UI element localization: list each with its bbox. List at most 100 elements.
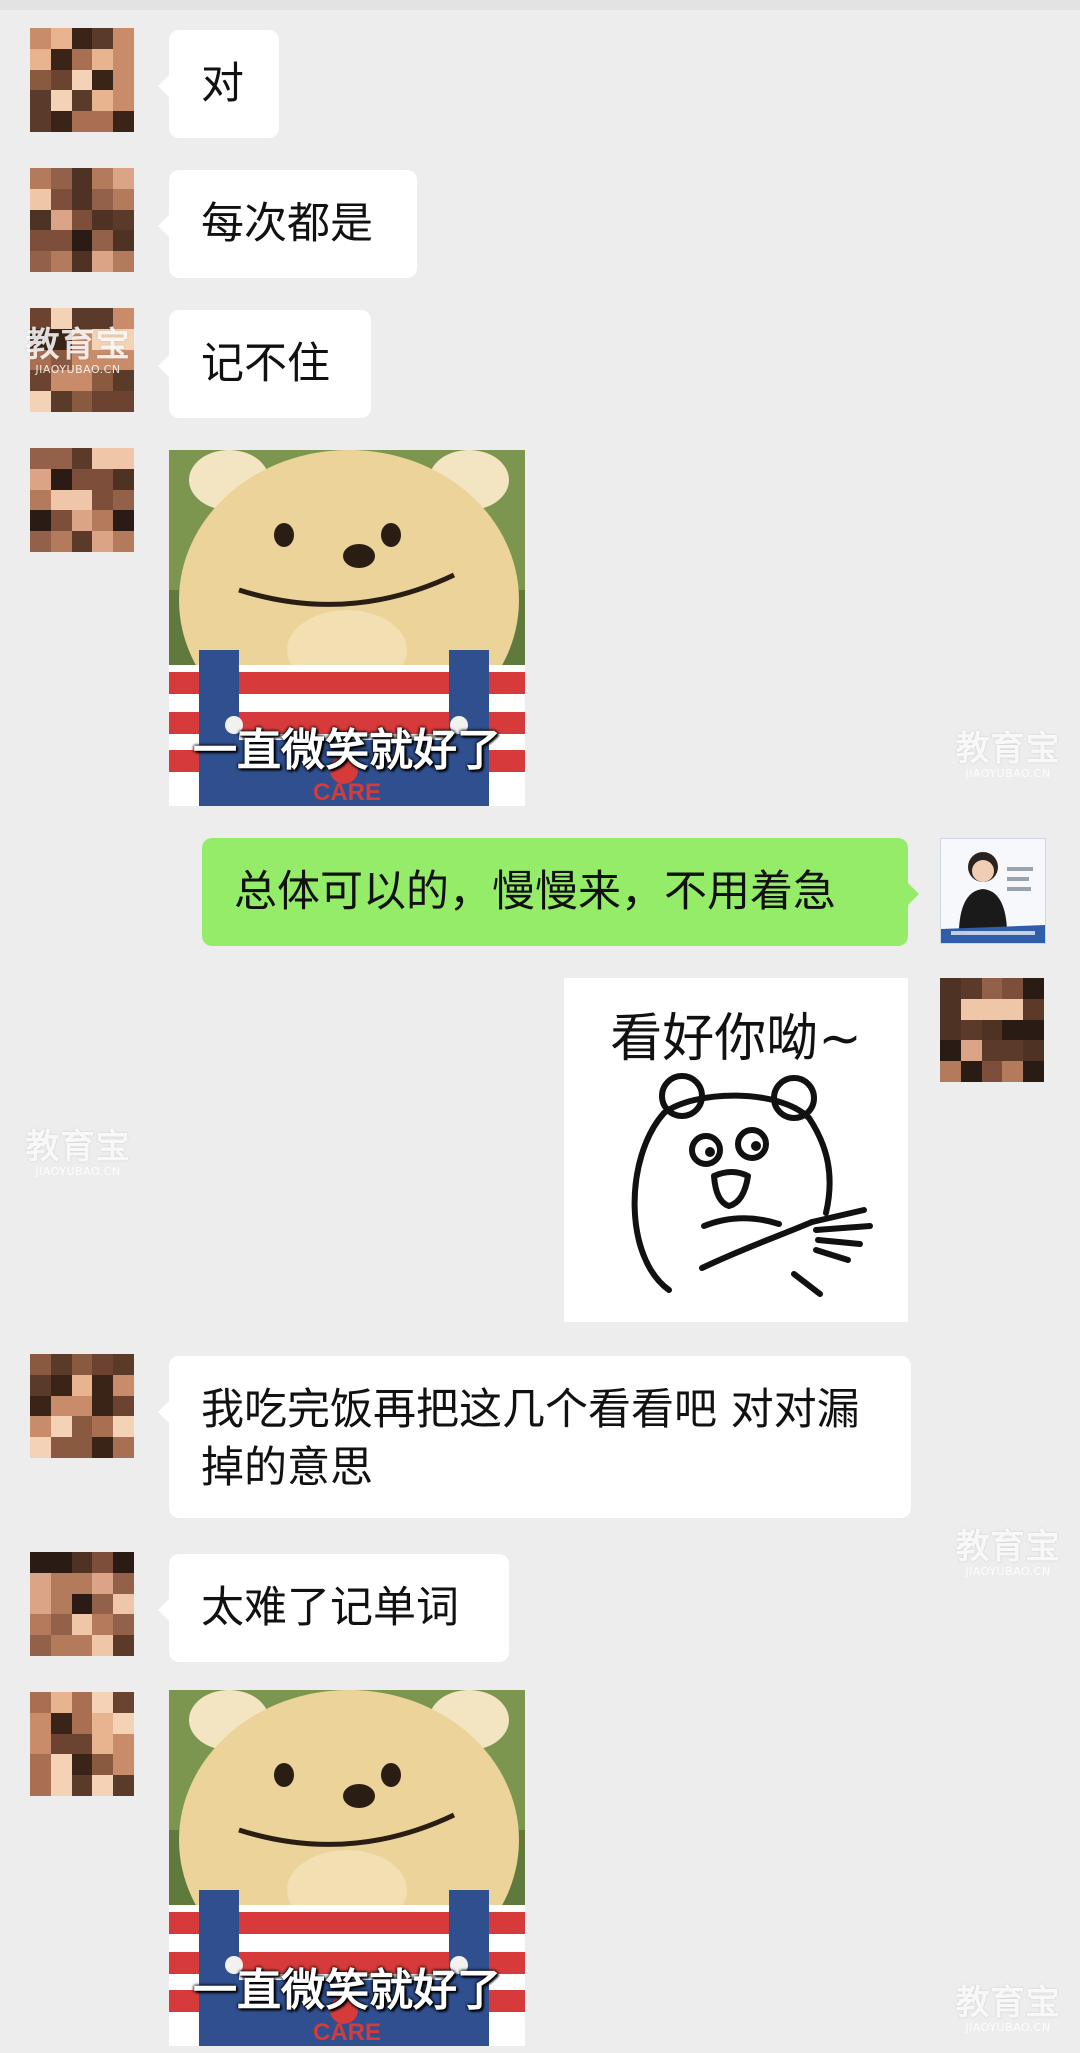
avatar-mosaic-tile (1023, 1019, 1044, 1041)
avatar-mosaic-tile (50, 1775, 72, 1796)
avatar-mosaic-tile (113, 209, 134, 231)
teddy-bear-sticker[interactable]: CARE 一直微笑就好了 (169, 450, 525, 806)
avatar-mosaic-tile (71, 1374, 93, 1396)
avatar-mosaic-tile (113, 168, 134, 189)
message-bubble-sent[interactable]: 总体可以的，慢慢来，不用着急 (202, 838, 919, 946)
bear-drawing-image (631, 1073, 873, 1297)
avatar-mosaic-tile (50, 1437, 72, 1458)
avatar-mosaic-tile (30, 28, 51, 49)
avatar-mosaic-tile (50, 1552, 72, 1573)
message-bubble[interactable]: 太难了记单词 (158, 1554, 509, 1662)
my-avatar[interactable] (940, 838, 1046, 944)
avatar-mosaic-tile (92, 1395, 114, 1417)
avatar-mosaic-tile (50, 531, 72, 552)
avatar-mosaic-tile (30, 531, 51, 552)
avatar-mosaic-tile (113, 1754, 134, 1776)
contact-avatar[interactable] (30, 1692, 134, 1796)
avatar-mosaic-tile (92, 230, 114, 252)
avatar-mosaic-tile (30, 69, 51, 91)
avatar-mosaic-tile (50, 489, 72, 511)
avatar-mosaic-tile (113, 1635, 134, 1656)
avatar-mosaic-tile (113, 1775, 134, 1796)
avatar-mosaic-tile (113, 48, 134, 70)
avatar-mosaic-tile (50, 188, 72, 210)
message-bubble[interactable]: 对 (158, 30, 279, 138)
avatar-mosaic-tile (30, 489, 51, 511)
teddy-bear-sticker[interactable]: CARE 一直微笑就好了 (169, 1690, 525, 2046)
avatar-mosaic-tile (50, 168, 72, 189)
contact-avatar[interactable] (30, 1552, 134, 1656)
avatar-mosaic-tile (71, 1437, 93, 1458)
avatar-mosaic-tile (113, 391, 134, 412)
avatar-mosaic-tile (71, 48, 93, 70)
avatar-mosaic-tile (50, 1572, 72, 1594)
avatar-mosaic-tile (92, 448, 114, 469)
avatar-mosaic-tile (50, 1635, 72, 1656)
avatar-mosaic-tile (960, 1040, 982, 1062)
avatar-mosaic-tile (30, 1374, 51, 1396)
avatar-mosaic-tile (71, 230, 93, 252)
avatar-mosaic-tile (1002, 978, 1024, 999)
avatar-mosaic-tile (50, 90, 72, 112)
avatar-mosaic-tile (113, 510, 134, 532)
avatar-mosaic-tile (92, 48, 114, 70)
bear-drawing-sticker[interactable]: 看好你呦~ (564, 978, 908, 1322)
avatar-mosaic-tile (1023, 1061, 1044, 1082)
avatar-mosaic-tile (50, 1416, 72, 1438)
avatar-mosaic-tile (1002, 1040, 1024, 1062)
contact-avatar[interactable] (30, 1354, 134, 1458)
avatar-mosaic-tile (92, 28, 114, 49)
contact-avatar[interactable] (30, 448, 134, 552)
avatar-mosaic-tile (30, 90, 51, 112)
avatar-mosaic-tile (30, 168, 51, 189)
avatar-mosaic-tile (92, 1733, 114, 1755)
watermark-logo-text: 教育宝 (955, 1983, 1061, 2023)
avatar-mosaic-tile (981, 1061, 1003, 1082)
avatar-mosaic-tile (71, 28, 93, 49)
watermark-url: JIAOYUBAO.CN (35, 1165, 121, 1178)
avatar-mosaic-tile (92, 1614, 114, 1636)
avatar-mosaic-tile (92, 489, 114, 511)
avatar-mosaic-tile (92, 1712, 114, 1734)
avatar-mosaic-tile (92, 1354, 114, 1375)
message-bubble[interactable]: 我吃完饭再把这几个看看吧 对对漏掉的意思 (158, 1356, 911, 1518)
message-bubble[interactable]: 记不住 (158, 310, 371, 418)
my-avatar[interactable] (940, 978, 1044, 1082)
avatar-mosaic-tile (50, 1354, 72, 1375)
avatar-mosaic-tile (92, 1572, 114, 1594)
avatar-mosaic-tile (30, 1775, 51, 1796)
avatar-mosaic-tile (71, 1635, 93, 1656)
avatar-mosaic-tile (50, 111, 72, 132)
avatar-mosaic-tile (71, 531, 93, 552)
avatar-mosaic-tile (113, 1354, 134, 1375)
avatar-mosaic-tile (940, 1040, 961, 1062)
avatar-mosaic-tile (113, 90, 134, 112)
avatar-mosaic-tile (92, 1374, 114, 1396)
avatar-mosaic-tile (30, 391, 51, 412)
watermark: 教育宝 JIAOYUBAO.CN (18, 1130, 138, 1177)
avatar-mosaic-tile (50, 1754, 72, 1776)
avatar-mosaic-tile (30, 1754, 51, 1776)
avatar-mosaic-tile (50, 48, 72, 70)
avatar-mosaic-tile (1023, 998, 1044, 1020)
avatar-mosaic-tile (71, 489, 93, 511)
avatar-mosaic-tile (30, 1552, 51, 1573)
avatar-mosaic-tile (940, 978, 961, 999)
avatar-mosaic-tile (50, 1374, 72, 1396)
avatar-mosaic-tile (92, 111, 114, 132)
avatar-mosaic-tile (113, 1395, 134, 1417)
avatar-mosaic-tile (71, 209, 93, 231)
avatar-mosaic-tile (92, 90, 114, 112)
avatar-mosaic-tile (71, 90, 93, 112)
avatar-mosaic-tile (92, 209, 114, 231)
avatar-mosaic-tile (92, 1635, 114, 1656)
message-bubble[interactable]: 每次都是 (158, 170, 417, 278)
watermark: 教育宝 JIAOYUBAO.CN (948, 732, 1068, 779)
watermark: 教育宝 JIAOYUBAO.CN (948, 1530, 1068, 1577)
contact-avatar[interactable] (30, 168, 134, 272)
avatar-mosaic-tile (113, 1572, 134, 1594)
avatar-mosaic-tile (71, 1754, 93, 1776)
avatar-mosaic-tile (981, 1019, 1003, 1041)
contact-avatar[interactable] (30, 28, 134, 132)
top-divider (0, 0, 1080, 10)
